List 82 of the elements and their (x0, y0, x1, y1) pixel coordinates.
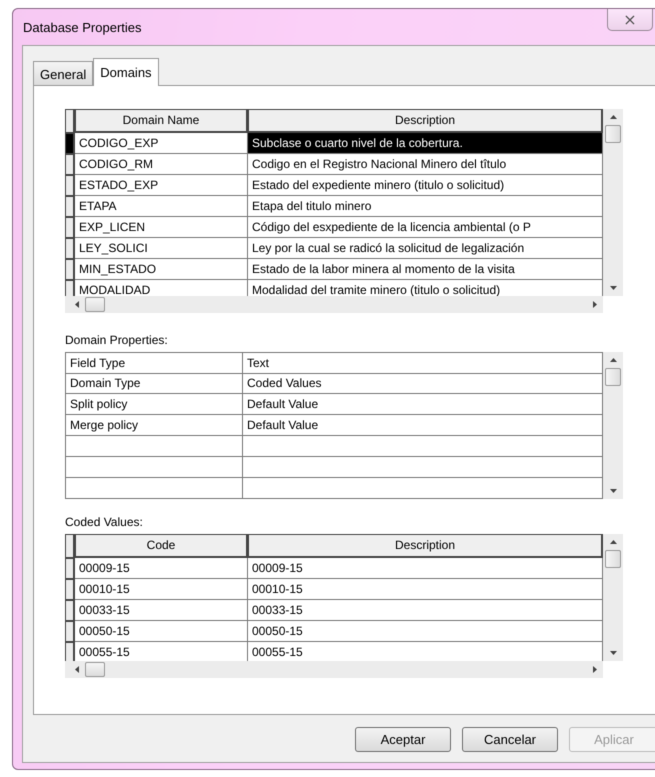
empty-cell[interactable] (243, 436, 603, 457)
table-cell[interactable]: 00009-15 (248, 558, 603, 579)
table-cell[interactable]: 00010-15 (248, 579, 603, 600)
empty-cell[interactable] (243, 478, 603, 499)
table-cell[interactable]: Default Value (243, 415, 603, 436)
table-cell: Merge policy (65, 415, 243, 436)
table-cell[interactable]: Coded Values (243, 373, 603, 394)
vertical-scrollbar[interactable] (603, 109, 623, 296)
up-arrow-icon[interactable] (610, 358, 616, 362)
up-arrow-icon[interactable] (610, 115, 616, 119)
right-arrow-icon[interactable] (593, 666, 597, 673)
empty-cell[interactable] (65, 478, 243, 499)
dialog-button[interactable]: Aceptar (355, 727, 451, 752)
scroll-thumb[interactable] (85, 297, 105, 312)
tab[interactable]: Domains (93, 58, 159, 86)
table-cell: Split policy (65, 394, 243, 415)
left-arrow-icon[interactable] (75, 666, 79, 673)
horizontal-scrollbar[interactable] (65, 661, 603, 678)
table-cell[interactable]: Ley por la cual se radicó la solicitud de legalización (248, 238, 603, 259)
row-header (65, 534, 75, 558)
empty-cell[interactable] (65, 457, 243, 478)
table-cell[interactable]: Codigo en el Registro Nacional Minero del tîtulo (248, 154, 603, 175)
column-header: Description (248, 109, 603, 133)
column-header: Code (75, 534, 248, 558)
table-cell[interactable]: ESTADO_EXP (75, 175, 248, 196)
left-arrow-icon[interactable] (75, 301, 79, 308)
scroll-thumb[interactable] (85, 662, 105, 677)
table-cell[interactable]: CODIGO_EXP (75, 133, 248, 154)
table-cell: Field Type (65, 352, 243, 374)
vertical-scrollbar[interactable] (603, 534, 623, 661)
table-cell[interactable]: Default Value (243, 394, 603, 415)
table-cell[interactable]: 00033-15 (75, 600, 248, 621)
table-cell[interactable]: Estado del expediente minero (titulo o solicitud) (248, 175, 603, 196)
close-button[interactable]: × (607, 9, 653, 31)
vertical-scrollbar[interactable] (603, 352, 623, 499)
table-cell[interactable]: EXP_LICEN (75, 217, 248, 238)
right-arrow-icon[interactable] (593, 301, 597, 308)
empty-cell[interactable] (65, 436, 243, 457)
table-cell[interactable]: 00050-15 (248, 621, 603, 642)
row-header[interactable] (65, 280, 75, 296)
section-label: Domain Properties: (65, 333, 169, 347)
row-header[interactable] (65, 217, 75, 238)
row-header (65, 109, 75, 133)
table-cell[interactable]: 00009-15 (75, 558, 248, 579)
row-header[interactable] (65, 642, 75, 661)
table-cell[interactable]: Estado de la labor minera al momento de la visita (248, 259, 603, 280)
table-cell: Domain Type (65, 373, 243, 394)
dialog-button[interactable]: Cancelar (462, 727, 558, 752)
table-cell[interactable]: ETAPA (75, 196, 248, 217)
row-header[interactable] (65, 154, 75, 175)
table-cell[interactable]: Etapa del titulo minero (248, 196, 603, 217)
row-header[interactable] (65, 196, 75, 217)
row-header[interactable] (65, 600, 75, 621)
horizontal-scrollbar[interactable] (65, 296, 603, 313)
row-header[interactable] (65, 175, 75, 196)
scroll-thumb[interactable] (605, 368, 621, 386)
row-header[interactable] (65, 238, 75, 259)
window-title: Database Properties (23, 20, 142, 34)
up-arrow-icon[interactable] (610, 540, 616, 544)
scroll-thumb[interactable] (605, 550, 621, 568)
scroll-thumb[interactable] (605, 125, 621, 143)
table-cell[interactable]: CODIGO_RM (75, 154, 248, 175)
down-arrow-icon[interactable] (610, 489, 616, 493)
row-header[interactable] (65, 259, 75, 280)
column-header: Domain Name (75, 109, 248, 133)
section-label: Coded Values: (65, 515, 144, 529)
table-cell[interactable]: MIN_ESTADO (75, 259, 248, 280)
table-cell[interactable]: LEY_SOLICI (75, 238, 248, 259)
column-header: Description (248, 534, 603, 558)
table-cell[interactable]: Text (243, 352, 603, 374)
down-arrow-icon[interactable] (610, 651, 616, 655)
row-header[interactable] (65, 621, 75, 642)
down-arrow-icon[interactable] (610, 286, 616, 290)
table-cell[interactable]: Código del esxpediente de la licencia ambiental (o P (248, 217, 603, 238)
row-header[interactable] (65, 558, 75, 579)
table-cell[interactable]: 00033-15 (248, 600, 603, 621)
empty-cell[interactable] (243, 457, 603, 478)
row-header[interactable] (65, 579, 75, 600)
table-cell[interactable]: Subclase o cuarto nivel de la cobertura. (248, 133, 603, 154)
table-cell[interactable]: 00050-15 (75, 621, 248, 642)
table-cell[interactable]: 00010-15 (75, 579, 248, 600)
tab[interactable]: General (33, 61, 94, 85)
